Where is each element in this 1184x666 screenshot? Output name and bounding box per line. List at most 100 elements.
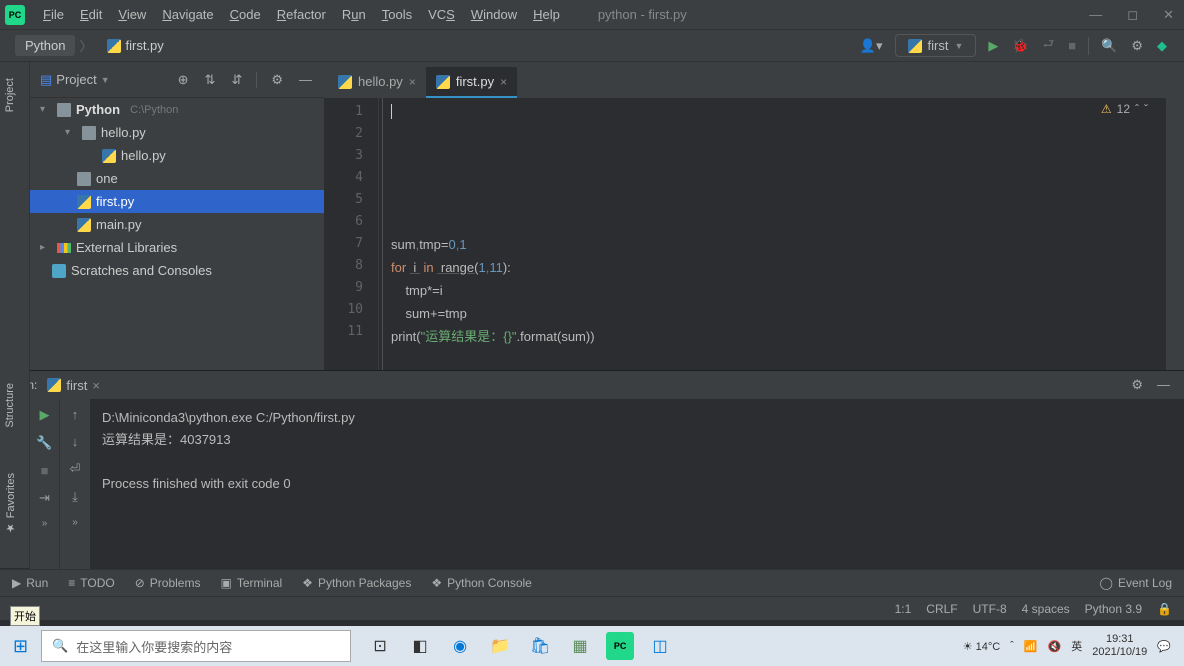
line-ending[interactable]: CRLF (926, 602, 957, 616)
search-icon: 🔍 (52, 638, 68, 654)
up-button[interactable]: ↑ (72, 407, 79, 422)
tree-item-main-py[interactable]: main.py (30, 213, 324, 236)
locate-icon[interactable]: ⊕ (176, 70, 191, 90)
menu-vcs[interactable]: VCS (420, 3, 463, 26)
cursor-position[interactable]: 1:1 (895, 602, 912, 616)
tree-item-hello-py[interactable]: hello.py (30, 144, 324, 167)
run-config-selector[interactable]: first ▼ (895, 34, 977, 57)
run-toolbar-2: ↑ ↓ ⏎ ⤓ » (60, 399, 90, 569)
sidetab-project[interactable]: Project (0, 70, 20, 120)
menu-window[interactable]: Window (463, 3, 525, 26)
more-icon[interactable]: » (42, 518, 48, 529)
menu-view[interactable]: View (110, 3, 154, 26)
taskbar-edge[interactable]: ◉ (446, 632, 474, 660)
taskbar-store[interactable]: 🛍 (526, 632, 554, 660)
run-settings-icon[interactable]: ⚙ (1129, 375, 1145, 395)
bottom-packages[interactable]: ❖ Python Packages (302, 576, 411, 590)
inspection-widget[interactable]: ⚠12 ˆ ˇ (1101, 102, 1148, 116)
menu-help[interactable]: Help (525, 3, 568, 26)
rerun-button[interactable]: ▶ (40, 407, 50, 423)
run-hide-icon[interactable]: — (1155, 375, 1172, 395)
debug-button[interactable]: 🐞 (1010, 36, 1030, 56)
run-button[interactable]: ▶ (986, 36, 1000, 56)
tree-item-one[interactable]: one (30, 167, 324, 190)
menu-run[interactable]: Run (334, 3, 374, 26)
coverage-button[interactable]: ⮐ (1041, 33, 1057, 59)
tool-settings-icon[interactable]: ⚙ (269, 70, 285, 90)
stop-button[interactable]: ■ (1066, 36, 1078, 55)
menu-file[interactable]: File (35, 3, 72, 26)
menu-code[interactable]: Code (222, 3, 269, 26)
tree-root[interactable]: ▾PythonC:\Python (30, 98, 324, 121)
tray-ime[interactable]: 英 (1071, 638, 1082, 654)
sidetab-structure[interactable]: Structure (0, 375, 20, 436)
start-button[interactable]: ⊞ (5, 636, 36, 657)
collapse-icon[interactable]: ⇵ (229, 70, 244, 90)
taskbar-app-2[interactable]: ▦ (566, 632, 594, 660)
bottom-toolbar: ▶ Run ≡ TODO ⊘ Problems ▣ Terminal ❖ Pyt… (0, 569, 1184, 596)
tree-item-hello-folder[interactable]: ▾hello.py (30, 121, 324, 144)
indent[interactable]: 4 spaces (1022, 602, 1070, 616)
tray-notifications[interactable]: 💬 (1157, 640, 1171, 653)
task-view-icon[interactable]: ⊡ (366, 632, 394, 660)
sidetab-favorites[interactable]: ★ Favorites (0, 465, 21, 542)
menu-refactor[interactable]: Refactor (269, 3, 334, 26)
maximize-button[interactable]: ◻ (1122, 5, 1143, 25)
exit-button[interactable]: ⇥ (39, 490, 50, 506)
bottom-console[interactable]: ❖ Python Console (431, 576, 532, 590)
tray-network[interactable]: 📶 (1024, 640, 1038, 653)
menu-edit[interactable]: Edit (72, 3, 110, 26)
encoding[interactable]: UTF-8 (973, 602, 1007, 616)
stop-run-button[interactable]: ■ (41, 463, 49, 478)
tray-volume[interactable]: 🔇 (1048, 640, 1062, 653)
tree-external-libs[interactable]: ▸External Libraries (30, 236, 324, 259)
taskbar-pycharm[interactable]: PC (606, 632, 634, 660)
bottom-problems[interactable]: ⊘ Problems (135, 576, 201, 590)
breadcrumb-root[interactable]: Python (15, 35, 75, 56)
taskbar-app-1[interactable]: ◧ (406, 632, 434, 660)
taskbar-search[interactable]: 🔍 在这里输入你要搜索的内容 (41, 630, 351, 662)
avatar-icon[interactable]: ◆ (1155, 36, 1169, 56)
run-output[interactable]: D:\Miniconda3\python.exe C:/Python/first… (90, 399, 1184, 569)
run-config-tab[interactable]: first× (47, 378, 100, 393)
tab-first-py[interactable]: first.py× (426, 67, 517, 98)
close-button[interactable]: ✕ (1158, 5, 1179, 25)
minimize-tool-icon[interactable]: — (297, 70, 314, 89)
breadcrumb-file[interactable]: first.py (97, 35, 174, 56)
bottom-todo[interactable]: ≡ TODO (68, 576, 114, 590)
wrench-icon[interactable]: 🔧 (36, 435, 52, 451)
add-user-icon[interactable]: 👤▾ (858, 36, 885, 56)
close-icon[interactable]: × (409, 75, 416, 89)
taskbar-explorer[interactable]: 📁 (486, 632, 514, 660)
chevron-up-icon[interactable]: ˆ (1135, 102, 1139, 116)
menu-tools[interactable]: Tools (374, 3, 420, 26)
interpreter[interactable]: Python 3.9 (1085, 602, 1142, 616)
wrap-icon[interactable]: ⏎ (70, 461, 81, 477)
down-button[interactable]: ↓ (72, 434, 79, 449)
project-view-selector[interactable]: ▤ Project ▼ (40, 72, 110, 88)
bottom-run[interactable]: ▶ Run (12, 576, 48, 590)
tree-label: External Libraries (76, 240, 177, 255)
more-icon[interactable]: » (72, 517, 78, 528)
menu-navigate[interactable]: Navigate (154, 3, 221, 26)
lock-icon[interactable]: 🔒 (1157, 602, 1172, 616)
expand-icon[interactable]: ⇅ (203, 70, 218, 90)
tab-hello-py[interactable]: hello.py× (328, 67, 426, 98)
tray-chevron[interactable]: ˆ (1010, 640, 1014, 652)
code-content[interactable]: sum,tmp=0,1 for i in range(1,11): tmp*=i… (382, 98, 603, 370)
tray-clock[interactable]: 19:31 2021/10/19 (1092, 633, 1147, 659)
code-editor[interactable]: 1234567891011 sum,tmp=0,1 for i in range… (324, 98, 1166, 370)
bottom-eventlog[interactable]: ◯ Event Log (1100, 576, 1172, 590)
chevron-down-icon[interactable]: ˇ (1144, 102, 1148, 116)
menubar: PC File Edit View Navigate Code Refactor… (0, 0, 1184, 30)
tree-scratches[interactable]: Scratches and Consoles (30, 259, 324, 282)
settings-icon[interactable]: ⚙ (1129, 36, 1145, 56)
close-icon[interactable]: × (500, 75, 507, 89)
tree-item-first-py[interactable]: first.py (30, 190, 324, 213)
scroll-icon[interactable]: ⤓ (72, 489, 78, 505)
search-icon[interactable]: 🔍 (1099, 36, 1119, 56)
weather-widget[interactable]: ☀ 14°C (963, 640, 1001, 653)
minimize-button[interactable]: — (1084, 5, 1107, 25)
taskbar-app-3[interactable]: ◫ (646, 632, 674, 660)
bottom-terminal[interactable]: ▣ Terminal (220, 576, 282, 590)
